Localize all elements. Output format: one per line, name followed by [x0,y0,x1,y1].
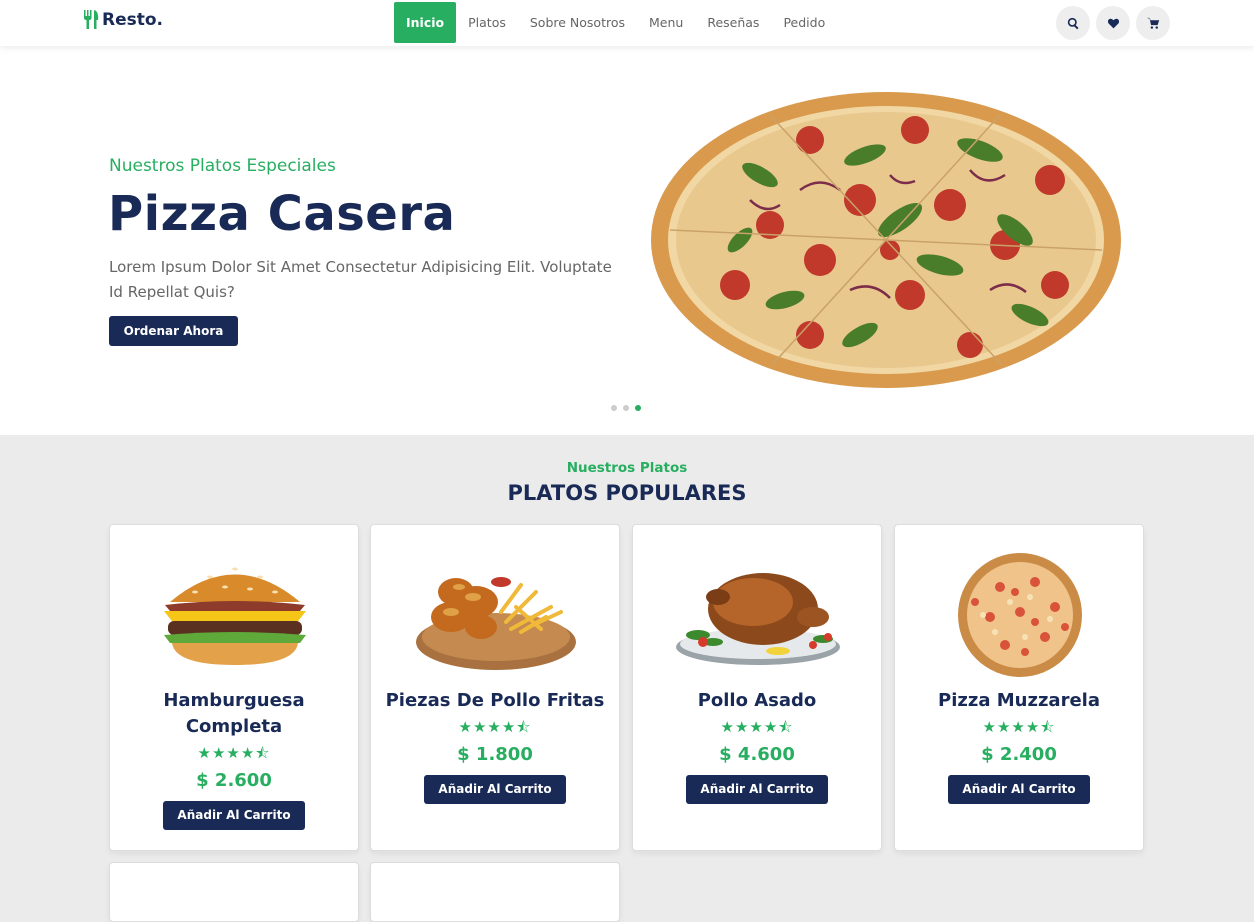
header-icons [1056,6,1170,40]
heart-icon [1107,18,1119,28]
fried-chicken-image [416,577,576,670]
burger-image [164,567,306,665]
header: Resto. Inicio Platos Sobre Nosotros Menu… [0,0,1254,46]
nav-platos[interactable]: Platos [456,2,518,43]
hero-text: Lorem Ipsum Dolor Sit Amet Consectetur A… [109,258,612,301]
dish-price: $ 2.400 [981,744,1057,765]
dish-card [109,862,359,922]
dish-price: $ 2.600 [196,770,272,791]
dish-name: Pollo Asado [697,690,817,711]
cart-button[interactable] [1136,6,1170,40]
pizza-hero-image [651,92,1121,388]
slider-dots [611,405,641,411]
nav-menu[interactable]: Menu [637,2,695,43]
nav-pedido[interactable]: Pedido [771,2,837,43]
dish-card: Pollo Asado ★★★★⯪ $ 4.600 Añadir Al Carr… [632,524,882,851]
dish-card: Pizza Muzzarela ★★★★⯪ $ 2.400 Añadir Al … [894,524,1144,851]
main-nav: Inicio Platos Sobre Nosotros Menu Reseña… [394,2,837,43]
nav-sobre-nosotros[interactable]: Sobre Nosotros [518,2,637,43]
hero-title: Pizza Casera [108,186,456,242]
nav-inicio[interactable]: Inicio [394,2,457,43]
add-to-cart-button[interactable]: Añadir Al Carrito [163,801,305,830]
dish-name: Piezas De Pollo Fritas [385,690,605,711]
dish-card: Piezas De Pollo Fritas ★★★★⯪ $ 1.800 Aña… [370,524,620,851]
nav-resenas[interactable]: Reseñas [695,2,771,43]
dish-name: Pizza Muzzarela [938,690,1100,711]
section-subtitle: Nuestros Platos [566,460,688,476]
dish-name: Hamburguesa Completa [163,690,305,737]
rating-stars: ★★★★⯪ [197,744,271,762]
dish-card [370,862,620,922]
roast-chicken-image [676,573,840,665]
section-title: PLATOS POPULARES [507,481,747,505]
hero-slider: Nuestros Platos Especiales Pizza Casera … [0,46,1254,435]
add-to-cart-button[interactable]: Añadir Al Carrito [948,775,1090,804]
logo[interactable]: Resto. [82,10,163,30]
slider-dot[interactable] [623,405,629,411]
utensils-icon [84,10,99,29]
add-to-cart-button[interactable]: Añadir Al Carrito [686,775,828,804]
rating-stars: ★★★★⯪ [982,718,1056,736]
hero-subtitle: Nuestros Platos Especiales [109,156,336,176]
logo-text: Resto. [102,10,164,30]
pizza-image [958,553,1082,677]
dish-card: Hamburguesa Completa ★★★★⯪ $ 2.600 Añadi… [109,524,359,851]
favorites-button[interactable] [1096,6,1130,40]
slider-dot[interactable] [611,405,617,411]
add-to-cart-button[interactable]: Añadir Al Carrito [424,775,566,804]
rating-stars: ★★★★⯪ [720,718,794,736]
slider-dot-active[interactable] [635,405,641,411]
cart-icon [1146,17,1159,29]
search-icon [1067,17,1079,29]
dish-price: $ 1.800 [457,744,533,765]
dish-price: $ 4.600 [719,744,795,765]
rating-stars: ★★★★⯪ [458,718,532,736]
order-now-button[interactable]: Ordenar Ahora [109,316,238,346]
search-button[interactable] [1056,6,1090,40]
